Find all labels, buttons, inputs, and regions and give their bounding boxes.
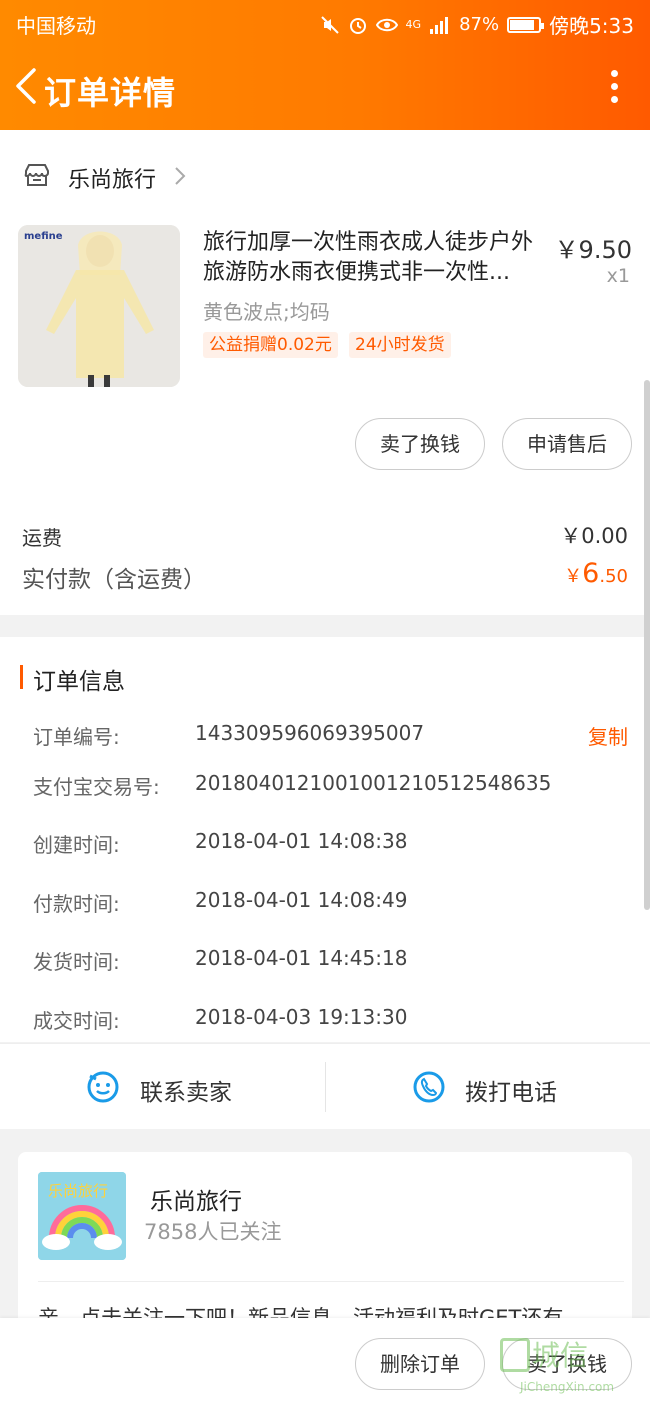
status-icons: 4G 87% bbox=[320, 14, 545, 35]
info-label: 订单编号: bbox=[33, 725, 120, 749]
eye-icon bbox=[375, 18, 398, 31]
section-title: 订单信息 bbox=[33, 669, 125, 695]
shop-logo: 乐尚旅行 bbox=[38, 1172, 126, 1260]
info-value: 2018-04-03 19:13:30 bbox=[195, 1005, 408, 1029]
copy-button[interactable]: 复制 bbox=[588, 721, 628, 750]
product-quantity: x1 bbox=[606, 265, 630, 287]
info-value: 143309596069395007 bbox=[195, 721, 425, 745]
info-label: 付款时间: bbox=[33, 892, 120, 916]
order-item-card: 乐尚旅行 mefine 旅行加厚一次性雨衣成人徒步户外旅游防水雨衣便携式非一次性… bbox=[0, 130, 650, 615]
call-phone-label: 拨打电话 bbox=[465, 1080, 557, 1106]
info-label: 支付宝交易号: bbox=[33, 775, 160, 799]
back-arrow-icon[interactable] bbox=[12, 66, 42, 106]
section-accent-bar bbox=[20, 665, 23, 689]
clock: 傍晚5:33 bbox=[549, 14, 634, 38]
watermark-text: 城信 bbox=[532, 1339, 589, 1372]
paid-amount: ￥6.50 bbox=[564, 558, 628, 589]
paid-decimal: .50 bbox=[599, 566, 628, 587]
chevron-right-icon bbox=[175, 167, 186, 185]
phone-icon bbox=[413, 1071, 445, 1103]
mute-icon bbox=[320, 15, 339, 34]
battery-percent: 87% bbox=[459, 14, 500, 35]
info-label: 创建时间: bbox=[33, 833, 120, 857]
delete-order-button[interactable]: 删除订单 bbox=[355, 1338, 485, 1390]
info-value: 2018040121001001210512548635 bbox=[195, 771, 552, 795]
call-phone-button[interactable]: 拨打电话 bbox=[326, 1044, 650, 1130]
after-sale-button[interactable]: 申请售后 bbox=[502, 418, 632, 470]
info-value: 2018-04-01 14:08:38 bbox=[195, 829, 408, 853]
follower-count: 7858人已关注 bbox=[144, 1220, 282, 1244]
brand-logo: mefine bbox=[24, 231, 63, 242]
contact-seller-button[interactable]: 联系卖家 bbox=[0, 1044, 325, 1130]
paid-integer: 6 bbox=[582, 558, 600, 589]
store-link[interactable]: 乐尚旅行 bbox=[0, 130, 650, 218]
signal-icon bbox=[430, 16, 449, 34]
charity-tag: 公益捐赠0.02元 bbox=[203, 332, 338, 358]
watermark-url: JiChengXin.com bbox=[520, 1380, 615, 1394]
product-sku: 黄色波点;均码 bbox=[203, 300, 330, 324]
page-title: 订单详情 bbox=[44, 74, 177, 112]
shop-logo-text: 乐尚旅行 bbox=[48, 1182, 108, 1200]
network-label: 4G bbox=[405, 18, 422, 31]
battery-fill bbox=[510, 19, 535, 30]
watermark-logo-icon bbox=[500, 1338, 530, 1372]
info-label: 成交时间: bbox=[33, 1009, 120, 1033]
shipping-value: ￥0.00 bbox=[560, 524, 628, 548]
carrier-label: 中国移动 bbox=[16, 14, 96, 38]
paid-currency: ￥ bbox=[564, 566, 583, 587]
scrollbar[interactable] bbox=[644, 380, 650, 910]
order-info-card: 订单信息 复制 订单编号: 143309596069395007 支付宝交易号:… bbox=[0, 637, 650, 1042]
contact-bar: 联系卖家 拨打电话 bbox=[0, 1043, 650, 1129]
shop-name: 乐尚旅行 bbox=[150, 1189, 242, 1215]
alarm-icon bbox=[349, 17, 366, 34]
raincoat-image: mefine bbox=[18, 225, 180, 387]
product-title[interactable]: 旅行加厚一次性雨衣成人徒步户外旅游防水雨衣便携式非一次性... bbox=[203, 228, 553, 288]
product-thumbnail[interactable]: mefine bbox=[18, 225, 180, 387]
shipping-tag: 24小时发货 bbox=[349, 332, 451, 358]
app-header: 中国移动 4G 87% 傍晚5:33 订单详情 bbox=[0, 0, 650, 130]
rainbow-logo-icon: 乐尚旅行 bbox=[38, 1172, 126, 1260]
chat-face-icon bbox=[87, 1071, 119, 1103]
status-bar: 中国移动 4G 87% 傍晚5:33 bbox=[0, 0, 650, 44]
info-label: 发货时间: bbox=[33, 950, 120, 974]
title-bar: 订单详情 bbox=[0, 56, 650, 120]
sell-for-cash-button[interactable]: 卖了换钱 bbox=[355, 418, 485, 470]
info-value: 2018-04-01 14:45:18 bbox=[195, 946, 408, 970]
shop-card-divider bbox=[38, 1281, 624, 1282]
contact-seller-label: 联系卖家 bbox=[140, 1080, 232, 1106]
info-value: 2018-04-01 14:08:49 bbox=[195, 888, 408, 912]
store-name: 乐尚旅行 bbox=[68, 168, 157, 193]
site-watermark: 城信 JiChengXin.com bbox=[500, 1334, 640, 1404]
more-menu-icon[interactable] bbox=[608, 70, 620, 106]
store-icon bbox=[24, 164, 49, 186]
battery-icon bbox=[507, 16, 545, 33]
status-right: 4G 87% 傍晚5:33 bbox=[320, 10, 634, 39]
shipping-label: 运费 bbox=[22, 526, 62, 550]
paid-label: 实付款（含运费） bbox=[22, 567, 206, 593]
product-price: ￥9.50 bbox=[554, 236, 632, 264]
